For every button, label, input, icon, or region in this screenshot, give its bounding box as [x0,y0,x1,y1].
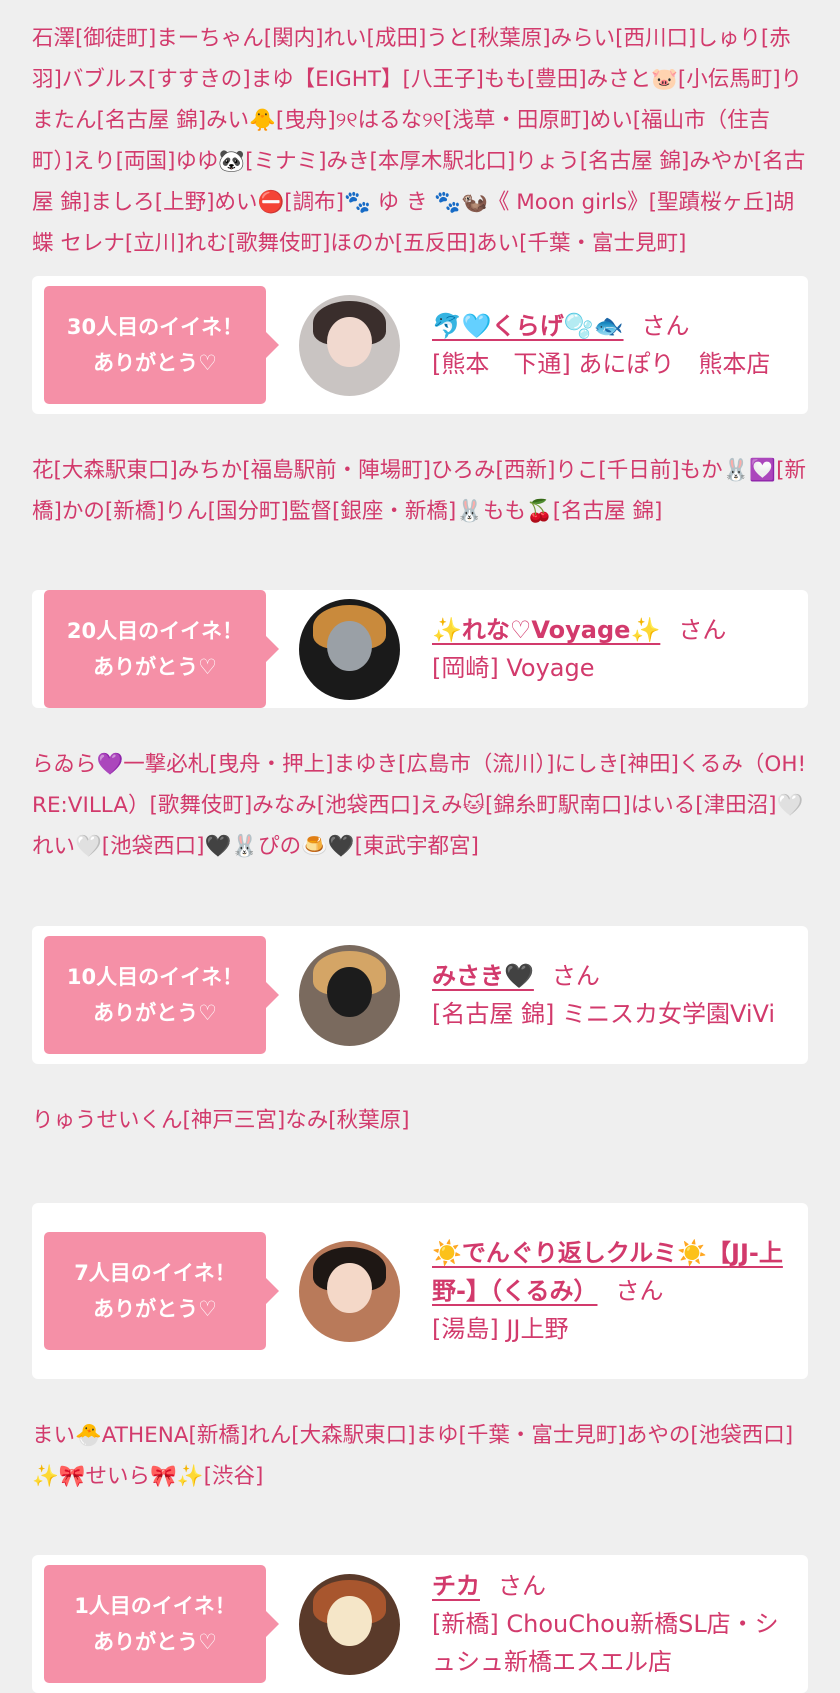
like-count-badge: 30人目のイイネ！ ありがとう♡ [44,286,279,404]
badge-count-line: 7人目のイイネ！ [74,1261,236,1285]
card-info: ☀️でんぐり返しクルミ☀️【JJ-上野-】（くるみ） さん [湯島] JJ上野 [432,1234,796,1348]
names-list[interactable]: 石澤[御徒町]まーちゃん[関内]れい[成田]うと[秋葉原]みらい[西川口]しゅり… [32,18,808,254]
card-info: みさき🖤 さん [名古屋 錦] ミニスカ女学園ViVi [432,957,796,1033]
avatar[interactable] [299,294,400,396]
like-card: 30人目のイイネ！ ありがとう♡ 🐬🩵くらげ🫧🐟 さん [熊本 下通] あにぽり … [32,276,808,414]
badge-thanks-line: ありがとう♡ [93,1297,217,1321]
girl-name-link[interactable]: みさき🖤 [432,962,534,990]
shop-name: [岡崎] Voyage [432,654,595,682]
avatar[interactable] [299,944,400,1046]
honorific: さん [498,1572,546,1600]
names-list[interactable]: 花[大森駅東口]みちか[福島駅前・陣場町]ひろみ[西新]りこ[千日前]もか🐰💟[… [32,450,808,568]
names-list[interactable]: りゅうせいくん[神戸三宮]なみ[秋葉原] [32,1100,808,1181]
honorific: さん [615,1277,664,1305]
shop-name: [熊本 下通] あにぽり 熊本店 [432,350,771,378]
like-card: 7人目のイイネ！ ありがとう♡ ☀️でんぐり返しクルミ☀️【JJ-上野-】（くる… [32,1203,808,1379]
avatar[interactable] [299,598,400,700]
badge-count-line: 20人目のイイネ！ [66,619,244,643]
names-list[interactable]: まい🐣ATHENA[新橋]れん[大森駅東口]まゆ[千葉・富士見町]あやの[池袋西… [32,1415,808,1533]
badge-thanks-line: ありがとう♡ [93,351,217,375]
like-count-badge: 20人目のイイネ！ ありがとう♡ [44,590,279,708]
badge-count-line: 10人目のイイネ！ [66,965,244,989]
card-info: ✨れな♡Voyage✨ さん [岡崎] Voyage [432,611,796,687]
girl-name-link[interactable]: 🐬🩵くらげ🫧🐟 [432,312,624,340]
like-card: 20人目のイイネ！ ありがとう♡ ✨れな♡Voyage✨ さん [岡崎] Voya… [32,590,808,708]
like-card: 1人目のイイネ！ ありがとう♡ チカ さん [新橋] ChouChou新橋SL店・… [32,1555,808,1693]
card-info: 🐬🩵くらげ🫧🐟 さん [熊本 下通] あにぽり 熊本店 [432,307,796,383]
shop-name: [湯島] JJ上野 [432,1315,569,1343]
names-list[interactable]: らゐら💜一撃必札[曳舟・押上]まゆき[広島市（流川）]にしき[神田]くるみ（OH… [32,744,808,904]
like-count-badge: 10人目のイイネ！ ありがとう♡ [44,936,279,1054]
honorific: さん [678,616,727,644]
avatar[interactable] [299,1240,400,1342]
shop-name: [名古屋 錦] ミニスカ女学園ViVi [432,1000,776,1028]
badge-thanks-line: ありがとう♡ [93,655,217,679]
badge-thanks-line: ありがとう♡ [93,1630,217,1654]
badge-thanks-line: ありがとう♡ [93,1001,217,1025]
avatar[interactable] [299,1573,400,1675]
badge-count-line: 30人目のイイネ！ [66,315,244,339]
girl-name-link[interactable]: ✨れな♡Voyage✨ [432,616,660,644]
honorific: さん [551,962,600,990]
badge-count-line: 1人目のイイネ！ [74,1594,236,1618]
likes-feed: 石澤[御徒町]まーちゃん[関内]れい[成田]うと[秋葉原]みらい[西川口]しゅり… [0,0,840,1693]
honorific: さん [641,312,690,340]
shop-name: [新橋] ChouChou新橋SL店・シュシュ新橋エスエル店 [432,1610,779,1676]
like-count-badge: 1人目のイイネ！ ありがとう♡ [44,1565,279,1683]
like-count-badge: 7人目のイイネ！ ありがとう♡ [44,1232,279,1350]
girl-name-link[interactable]: チカ [432,1572,480,1600]
card-info: チカ さん [新橋] ChouChou新橋SL店・シュシュ新橋エスエル店 [432,1567,796,1681]
girl-name-link[interactable]: ☀️でんぐり返しクルミ☀️【JJ-上野-】（くるみ） [432,1239,783,1305]
like-card: 10人目のイイネ！ ありがとう♡ みさき🖤 さん [名古屋 錦] ミニスカ女学園V… [32,926,808,1064]
